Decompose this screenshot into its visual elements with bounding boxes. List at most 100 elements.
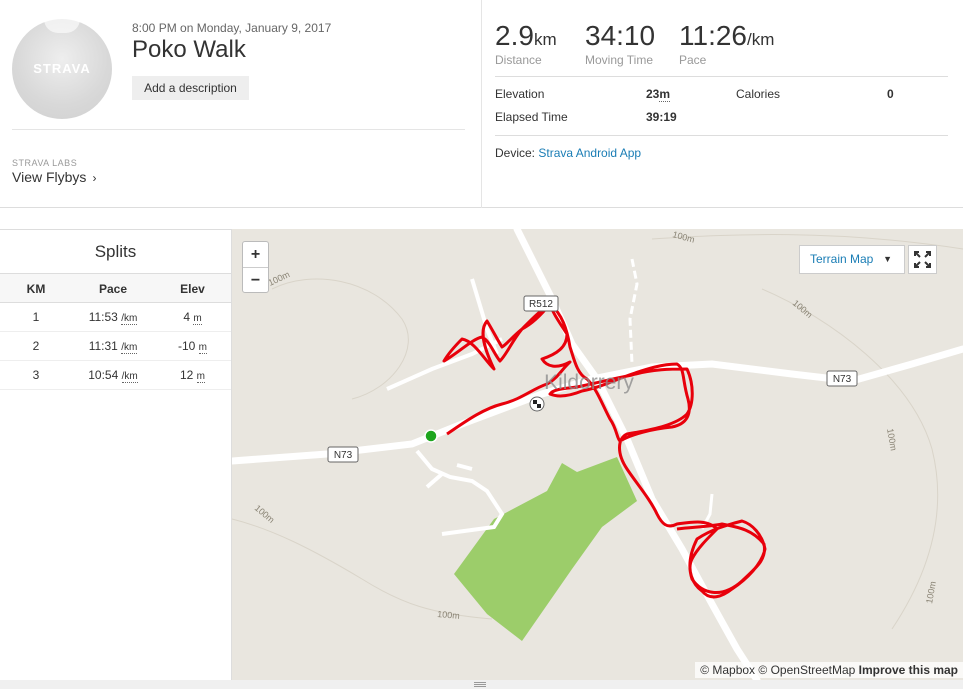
moving-time-value: 34:10 [585, 20, 656, 51]
activity-title[interactable]: Poko Walk [132, 36, 246, 64]
split-row: 2 11:31 /km -10 m [0, 332, 231, 361]
col-elev-header: Elev [180, 282, 205, 296]
split-elev: -10 m [154, 332, 231, 360]
road-badge-n73-west: N73 [327, 446, 359, 463]
terrain-map-label: Terrain Map [810, 252, 874, 266]
split-pace-unit: /km [121, 313, 138, 325]
split-pace-value: 11:31 [88, 339, 118, 353]
splits-header-row: KM Pace Elev [0, 273, 231, 303]
split-km: 3 [32, 368, 40, 382]
stats-divider [495, 76, 948, 77]
contour-label: 100m [267, 269, 292, 288]
road-badge-label: N73 [833, 374, 852, 385]
split-row: 1 11:53 /km 4 m [0, 303, 231, 332]
contour-line [271, 278, 409, 400]
zoom-out-button[interactable]: − [243, 267, 268, 292]
activity-date: 8:00 PM on Monday, January 9, 2017 [132, 21, 332, 35]
zoom-in-button[interactable]: + [243, 242, 268, 267]
elapsed-time-label: Elapsed Time [495, 110, 568, 124]
calories-value: 0 [887, 87, 894, 101]
stat-moving-time: 34:10 Moving Time [585, 20, 655, 67]
start-marker-icon[interactable] [424, 429, 438, 443]
strava-logo: STRAVA [33, 61, 91, 76]
split-elev-unit: m [196, 371, 206, 383]
split-elev-value: 4 [183, 310, 190, 324]
view-flybys-link[interactable]: View Flybys › [12, 169, 96, 185]
split-elev: 4 m [154, 303, 231, 331]
vertical-divider [481, 0, 482, 208]
activity-header: STRAVA 8:00 PM on Monday, January 9, 201… [0, 0, 963, 208]
minor-road [415, 449, 505, 536]
road-badge-n73-east: N73 [826, 370, 858, 387]
pace-unit: /km [747, 30, 775, 49]
device-divider [495, 135, 948, 136]
caret-down-icon: ▼ [883, 254, 892, 264]
contour-label: 100m [253, 503, 277, 525]
col-km-header: KM [26, 282, 46, 296]
splits-title: Splits [0, 229, 231, 273]
fullscreen-icon [914, 251, 931, 268]
map-canvas[interactable]: N73 N73 R512 Kildorrery 100m 100m 100m 1… [232, 229, 963, 680]
contour-label: 100m [437, 609, 460, 621]
split-pace: 10:54 /km [72, 361, 154, 389]
col-pace-header: Pace [98, 282, 128, 296]
elevation-value: 23m [646, 87, 671, 102]
device-link[interactable]: Strava Android App [538, 146, 641, 160]
splits-panel: Splits KM Pace Elev 1 11:53 /km 4 m 2 11… [0, 229, 232, 689]
elapsed-time-value: 39:19 [646, 110, 677, 124]
finish-marker-icon[interactable] [529, 396, 545, 412]
resize-grip-icon[interactable] [474, 682, 486, 687]
distance-value: 2.9 [495, 20, 534, 51]
contour-label: 100m [924, 580, 938, 604]
split-pace-unit: /km [121, 342, 138, 354]
distance-label: Distance [495, 53, 542, 67]
split-pace-value: 10:54 [88, 368, 119, 382]
athlete-avatar[interactable]: STRAVA [12, 19, 112, 119]
minor-road [628, 258, 639, 365]
split-pace: 11:31 /km [72, 332, 154, 360]
split-elev-value: -10 [177, 339, 196, 353]
split-pace-unit: /km [121, 371, 138, 383]
split-km: 2 [32, 339, 40, 353]
road-n73 [232, 345, 963, 465]
moving-time-label: Moving Time [585, 53, 654, 67]
contour-label: 100m [791, 298, 815, 320]
split-elev: 12 m [154, 361, 231, 389]
road-badge-r512: R512 [523, 295, 559, 312]
strava-labs-label: STRAVA LABS [12, 158, 78, 168]
road-badge-label: N73 [334, 450, 353, 461]
stat-distance: 2.9km Distance [495, 20, 557, 67]
pace-label: Pace [679, 53, 707, 67]
elevation-unit: m [659, 87, 671, 102]
contour-label: 100m [885, 428, 899, 452]
map-attribution: © Mapbox © OpenStreetMap Improve this ma… [695, 662, 963, 678]
split-pace-value: 11:53 [88, 310, 118, 324]
mapbox-attribution-link[interactable]: © Mapbox [700, 663, 755, 677]
split-elev-unit: m [193, 313, 202, 325]
pace-value: 11:26 [679, 20, 747, 51]
stat-pace: 11:26/km Pace [679, 20, 774, 67]
zoom-control: + − [242, 241, 269, 293]
divider [12, 129, 465, 130]
elevation-label: Elevation [495, 87, 545, 101]
device-label: Device: [495, 146, 536, 160]
view-flybys-label: View Flybys [12, 169, 87, 185]
contour-line [761, 288, 939, 630]
split-elev-value: 12 [179, 368, 194, 382]
elevation-number: 23 [646, 87, 660, 101]
add-description-button[interactable]: Add a description [132, 76, 249, 100]
road-badge-label: R512 [529, 299, 553, 310]
split-row: 3 10:54 /km 12 m [0, 361, 231, 390]
route-map[interactable]: N73 N73 R512 Kildorrery 100m 100m 100m 1… [232, 229, 963, 680]
fullscreen-button[interactable] [908, 245, 937, 274]
terrain-map-dropdown[interactable]: Terrain Map ▼ [799, 245, 905, 274]
improve-map-link[interactable]: Improve this map [859, 663, 958, 677]
split-pace: 11:53 /km [72, 303, 154, 331]
calories-label: Calories [736, 87, 781, 101]
split-elev-unit: m [198, 342, 208, 354]
split-km: 1 [32, 310, 40, 324]
contour-label: 100m [671, 229, 695, 244]
town-label: Kildorrery [544, 371, 634, 394]
osm-attribution-link[interactable]: © OpenStreetMap [758, 663, 855, 677]
distance-unit: km [533, 30, 557, 49]
